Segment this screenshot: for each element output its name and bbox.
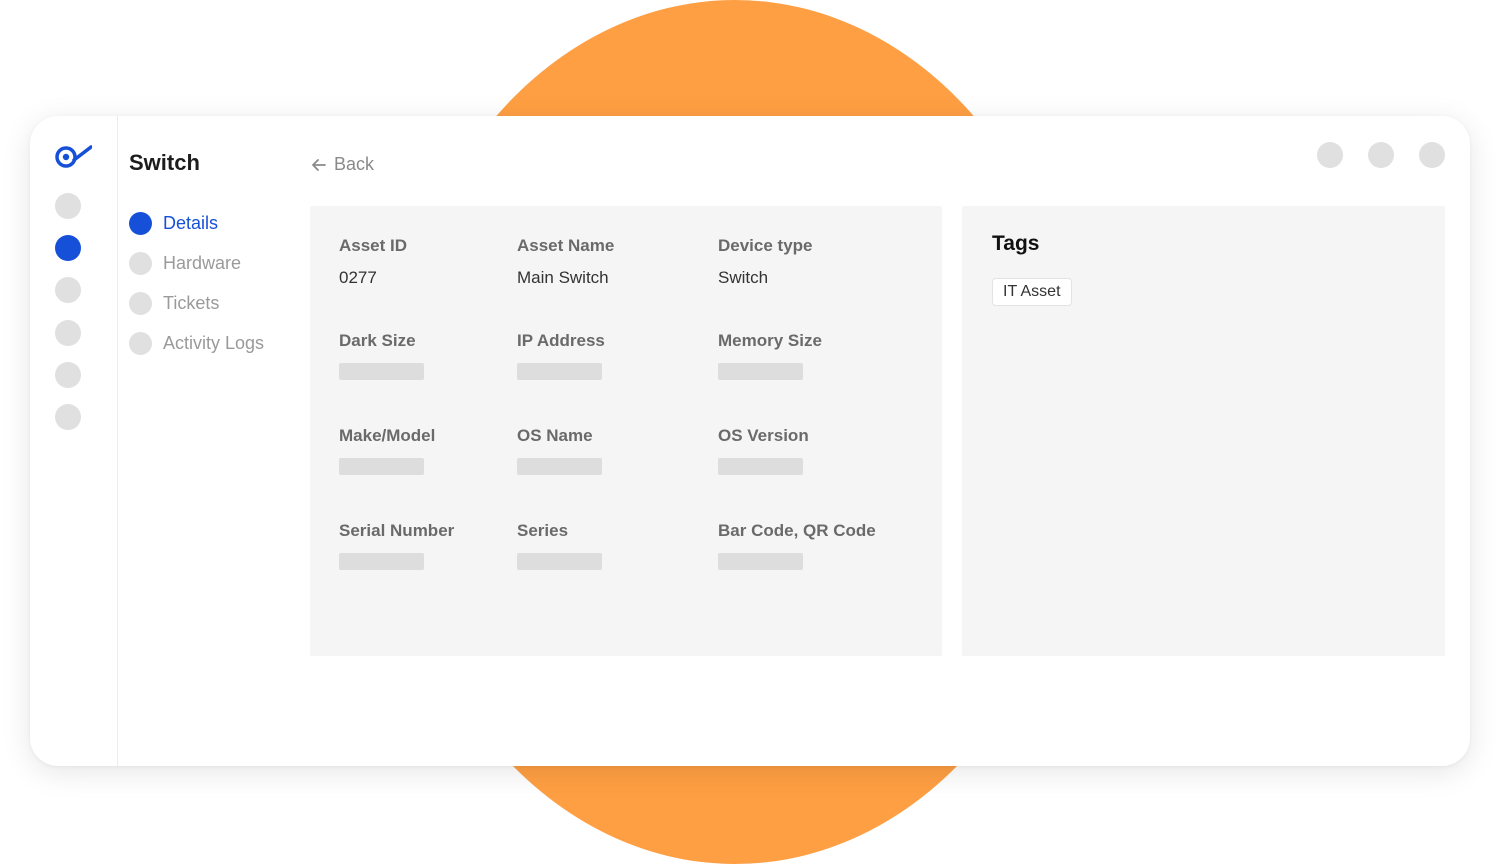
rail-item-6[interactable] xyxy=(55,404,81,430)
nav-item-details[interactable]: Details xyxy=(129,210,218,236)
field-label: OS Version xyxy=(718,426,809,445)
field-label: IP Address xyxy=(517,331,605,350)
field-os-version: OS Version xyxy=(718,426,809,475)
nav-bullet-icon xyxy=(129,251,152,275)
nav-item-tickets[interactable]: Tickets xyxy=(129,290,219,316)
rail-item-3[interactable] xyxy=(55,277,81,303)
field-dark-size: Dark Size xyxy=(339,331,424,380)
field-label: Bar Code, QR Code xyxy=(718,521,876,540)
field-label: Serial Number xyxy=(339,521,455,540)
section-nav: Switch Details Hardware Tickets Activity… xyxy=(129,116,309,766)
value-placeholder xyxy=(718,363,803,380)
field-label: OS Name xyxy=(517,426,593,445)
value-placeholder xyxy=(517,363,602,380)
field-value: Main Switch xyxy=(517,268,609,287)
value-placeholder xyxy=(339,363,424,380)
rail-item-2[interactable] xyxy=(55,235,81,261)
nav-item-label: Activity Logs xyxy=(163,332,265,353)
arrow-left-icon xyxy=(312,158,326,171)
eye-check-logo-icon[interactable] xyxy=(54,144,92,170)
value-placeholder xyxy=(339,553,424,570)
app-window: Switch Details Hardware Tickets Activity… xyxy=(30,116,1470,766)
field-label: Memory Size xyxy=(718,331,822,350)
back-label: Back xyxy=(334,154,375,174)
value-placeholder xyxy=(517,553,602,570)
nav-bullet-icon xyxy=(129,211,152,235)
value-placeholder xyxy=(339,458,424,475)
nav-bullet-icon xyxy=(129,331,152,355)
field-label: Device type xyxy=(718,236,813,255)
tag-chip[interactable]: IT Asset xyxy=(992,278,1072,306)
field-value: Switch xyxy=(718,268,769,287)
page-title: Switch xyxy=(129,150,200,175)
field-device-type: Device type Switch xyxy=(718,236,813,288)
nav-bullet-icon xyxy=(129,291,152,315)
rail-item-4[interactable] xyxy=(55,320,81,346)
top-action-1-icon[interactable] xyxy=(1317,142,1343,168)
tags-panel: Tags IT Asset xyxy=(962,206,1445,656)
nav-item-label: Tickets xyxy=(163,292,220,313)
field-label: Make/Model xyxy=(339,426,436,445)
field-os-name: OS Name xyxy=(517,426,602,475)
back-button[interactable]: Back xyxy=(310,154,374,175)
icon-rail xyxy=(30,116,118,766)
field-label: Asset ID xyxy=(339,236,408,255)
field-bar-code-qr-code: Bar Code, QR Code xyxy=(718,521,876,570)
field-asset-id: Asset ID 0277 xyxy=(339,236,407,288)
rail-item-1[interactable] xyxy=(55,193,81,219)
rail-item-5[interactable] xyxy=(55,362,81,388)
value-placeholder xyxy=(718,553,803,570)
field-series: Series xyxy=(517,521,602,570)
tags-title: Tags xyxy=(992,232,1040,255)
value-placeholder xyxy=(718,458,803,475)
field-label: Series xyxy=(517,521,569,540)
top-action-2-icon[interactable] xyxy=(1368,142,1394,168)
field-make-model: Make/Model xyxy=(339,426,435,475)
field-asset-name: Asset Name Main Switch xyxy=(517,236,614,288)
field-label: Asset Name xyxy=(517,236,615,255)
nav-item-label: Details xyxy=(163,212,219,233)
field-serial-number: Serial Number xyxy=(339,521,454,570)
field-memory-size: Memory Size xyxy=(718,331,822,380)
field-value: 0277 xyxy=(339,268,377,287)
nav-item-hardware[interactable]: Hardware xyxy=(129,250,241,276)
field-label: Dark Size xyxy=(339,331,416,350)
top-action-3-icon[interactable] xyxy=(1419,142,1445,168)
nav-item-activity-logs[interactable]: Activity Logs xyxy=(129,330,264,356)
value-placeholder xyxy=(517,458,602,475)
nav-item-label: Hardware xyxy=(163,252,242,273)
details-panel: Asset ID 0277 Asset Name Main Switch Dev… xyxy=(310,206,942,656)
field-ip-address: IP Address xyxy=(517,331,605,380)
